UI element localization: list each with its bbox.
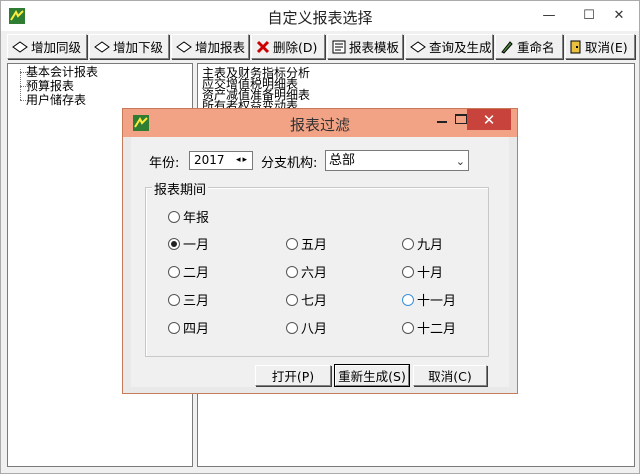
radio-oct[interactable]: 十月 bbox=[402, 262, 443, 281]
radio-label: 六月 bbox=[301, 266, 328, 281]
diamond-icon bbox=[94, 40, 110, 53]
add-report-button[interactable]: 增加报表 bbox=[171, 34, 249, 59]
radio-label: 八月 bbox=[301, 322, 328, 337]
add-report-label: 增加报表 bbox=[195, 40, 246, 55]
dialog-minimize-button[interactable] bbox=[437, 113, 447, 123]
radio-label: 三月 bbox=[183, 294, 210, 309]
radio-circle-icon bbox=[168, 265, 180, 278]
report-template-button[interactable]: 报表模板 bbox=[327, 34, 403, 59]
template-icon bbox=[332, 40, 346, 53]
radio-dec[interactable]: 十二月 bbox=[402, 318, 456, 337]
radio-label: 二月 bbox=[183, 266, 210, 281]
branch-value: 总部 bbox=[329, 153, 356, 168]
dialog-title-bar[interactable]: 报表过滤 ✕ bbox=[123, 109, 517, 137]
radio-circle-icon bbox=[168, 210, 180, 223]
cancel-label: 取消(E) bbox=[585, 40, 628, 55]
add-child-button[interactable]: 增加下级 bbox=[89, 34, 169, 59]
period-group-label: 报表期间 bbox=[152, 179, 209, 198]
radio-annual[interactable]: 年报 bbox=[168, 207, 209, 226]
diamond-icon bbox=[12, 40, 28, 53]
radio-label: 十月 bbox=[417, 266, 444, 281]
branch-label: 分支机构: bbox=[261, 156, 318, 171]
spin-arrows-icon[interactable]: ◂▸ bbox=[236, 152, 249, 169]
branch-select[interactable]: 总部 ⌄ bbox=[325, 150, 469, 171]
radio-sep[interactable]: 九月 bbox=[402, 234, 443, 253]
radio-label: 十一月 bbox=[417, 294, 457, 309]
report-template-label: 报表模板 bbox=[349, 40, 400, 55]
add-child-label: 增加下级 bbox=[113, 40, 164, 55]
radio-circle-icon bbox=[402, 321, 414, 334]
tree-item[interactable]: 预算报表 bbox=[26, 80, 74, 93]
tree-item[interactable]: 用户储存表 bbox=[26, 94, 86, 107]
radio-circle-icon bbox=[286, 293, 298, 306]
rename-label: 重命名 bbox=[517, 40, 555, 55]
year-label: 年份: bbox=[149, 156, 180, 171]
title-bar[interactable]: 自定义报表选择 — ☐ ✕ bbox=[1, 1, 639, 31]
radio-apr[interactable]: 四月 bbox=[168, 318, 209, 337]
year-value: 2017 bbox=[194, 153, 225, 167]
open-button[interactable]: 打开(P) bbox=[255, 365, 331, 386]
year-spinner[interactable]: 2017 ◂▸ bbox=[189, 151, 253, 170]
radio-label: 七月 bbox=[301, 294, 328, 309]
delete-label: 删除(D) bbox=[273, 40, 318, 55]
rename-button[interactable]: 重命名 bbox=[495, 34, 563, 59]
tree-item[interactable]: 基本会计报表 bbox=[26, 66, 98, 79]
dialog-cancel-button[interactable]: 取消(C) bbox=[413, 365, 487, 386]
add-sibling-button[interactable]: 增加同级 bbox=[7, 34, 87, 59]
toolbar: 增加同级 增加下级 增加报表 删除(D) 报表模板 查询及生成 重命名 取消(E… bbox=[7, 34, 635, 59]
radio-label: 十二月 bbox=[417, 322, 457, 337]
radio-may[interactable]: 五月 bbox=[286, 234, 327, 253]
radio-circle-icon bbox=[402, 237, 414, 250]
radio-label: 一月 bbox=[183, 238, 210, 253]
dialog-maximize-button[interactable] bbox=[455, 114, 467, 124]
dialog-close-button[interactable]: ✕ bbox=[467, 109, 511, 130]
query-generate-label: 查询及生成 bbox=[429, 40, 492, 55]
radio-label: 年报 bbox=[183, 211, 210, 226]
exit-door-icon bbox=[570, 40, 581, 53]
dialog-body: 年份: 2017 ◂▸ 分支机构: 总部 ⌄ 报表期间 年报 一月 二月 三月 … bbox=[131, 137, 509, 387]
radio-nov[interactable]: 十一月 bbox=[402, 290, 456, 309]
radio-circle-icon bbox=[286, 265, 298, 278]
radio-jun[interactable]: 六月 bbox=[286, 262, 327, 281]
radio-label: 四月 bbox=[183, 322, 210, 337]
query-generate-button[interactable]: 查询及生成 bbox=[405, 34, 493, 59]
radio-circle-icon bbox=[402, 265, 414, 278]
radio-feb[interactable]: 二月 bbox=[168, 262, 209, 281]
diamond-icon bbox=[410, 40, 426, 53]
close-button[interactable]: ✕ bbox=[597, 1, 640, 30]
minimize-button[interactable]: — bbox=[527, 1, 571, 30]
add-sibling-label: 增加同级 bbox=[31, 40, 82, 55]
radio-circle-icon bbox=[402, 293, 414, 306]
radio-label: 五月 bbox=[301, 238, 328, 253]
radio-mar[interactable]: 三月 bbox=[168, 290, 209, 309]
radio-circle-icon bbox=[286, 237, 298, 250]
radio-jul[interactable]: 七月 bbox=[286, 290, 327, 309]
radio-circle-icon bbox=[286, 321, 298, 334]
regenerate-button[interactable]: 重新生成(S) bbox=[334, 364, 410, 387]
radio-label: 九月 bbox=[417, 238, 444, 253]
diamond-icon bbox=[176, 40, 192, 53]
delete-button[interactable]: 删除(D) bbox=[251, 34, 325, 59]
period-group: 报表期间 年报 一月 二月 三月 四月 五月 六月 七月 八月 九月 十月 十一… bbox=[145, 179, 489, 357]
tree-connector bbox=[20, 69, 21, 100]
delete-x-icon bbox=[256, 40, 270, 53]
cancel-button[interactable]: 取消(E) bbox=[565, 34, 635, 59]
radio-circle-icon bbox=[168, 293, 180, 306]
rename-icon bbox=[501, 40, 513, 54]
radio-circle-icon bbox=[168, 321, 180, 334]
radio-aug[interactable]: 八月 bbox=[286, 318, 327, 337]
radio-jan[interactable]: 一月 bbox=[168, 234, 209, 253]
radio-checked-icon bbox=[168, 237, 180, 250]
report-filter-dialog: 报表过滤 ✕ 年份: 2017 ◂▸ 分支机构: 总部 ⌄ 报表期间 年报 一月 bbox=[122, 108, 518, 394]
chevron-down-icon: ⌄ bbox=[455, 155, 465, 168]
